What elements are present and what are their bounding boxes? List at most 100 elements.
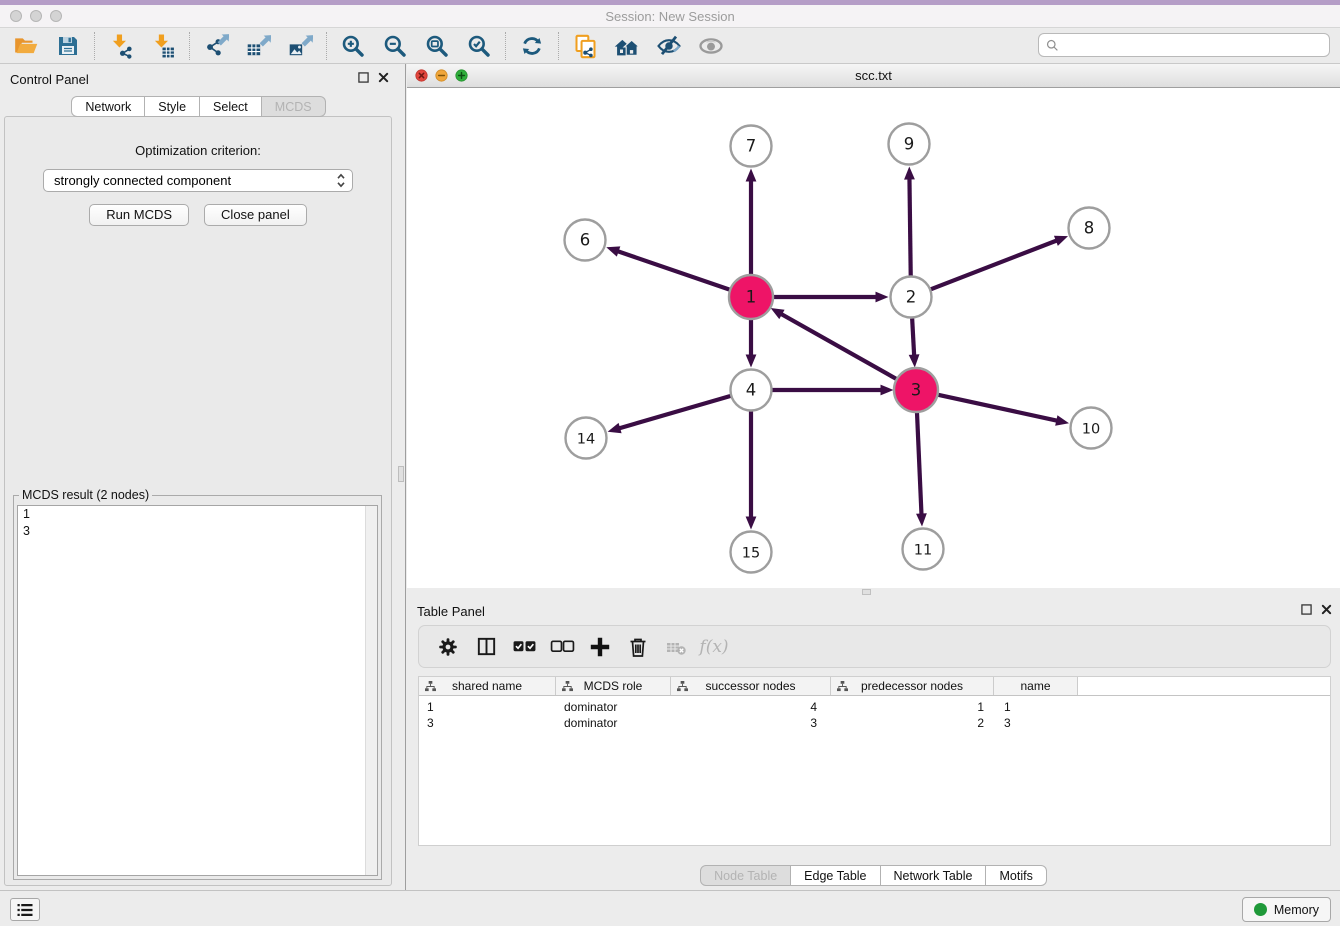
column-layout-button[interactable] xyxy=(467,629,505,665)
criterion-dropdown[interactable]: strongly connected component xyxy=(43,169,353,192)
tab-select[interactable]: Select xyxy=(200,96,262,117)
column-type-icon xyxy=(837,681,848,692)
save-session-button[interactable] xyxy=(47,30,89,62)
search-input[interactable] xyxy=(1064,38,1329,52)
zoom-fit-button[interactable] xyxy=(416,30,458,62)
maximize-view-button[interactable] xyxy=(455,69,468,82)
float-panel-icon[interactable] xyxy=(1301,604,1312,615)
column-header-name[interactable]: name xyxy=(994,677,1078,695)
select-all-button[interactable] xyxy=(505,629,543,665)
mcds-result-list[interactable]: 1 3 xyxy=(17,505,378,876)
column-header-predecessor-nodes[interactable]: predecessor nodes xyxy=(831,677,994,695)
list-icon xyxy=(16,902,34,918)
export-network-icon xyxy=(203,33,229,59)
toolbar-separator xyxy=(505,32,506,60)
tab-style[interactable]: Style xyxy=(145,96,200,117)
cell-name: 3 xyxy=(994,715,1078,731)
table-row[interactable]: 3 dominator 3 2 3 xyxy=(419,715,1330,731)
refresh-icon xyxy=(519,33,545,59)
maximize-window-button[interactable] xyxy=(50,10,62,22)
minimize-view-button[interactable] xyxy=(435,69,448,82)
splitter-handle[interactable] xyxy=(398,466,404,482)
optimization-criterion-label: Optimization criterion: xyxy=(5,143,391,158)
open-session-button[interactable] xyxy=(5,30,47,62)
node-table[interactable]: shared name MCDS role successor nodes xyxy=(418,676,1331,846)
cell-shared-name: 1 xyxy=(419,699,556,715)
zoom-in-icon xyxy=(340,33,366,59)
delete-column-button[interactable] xyxy=(619,629,657,665)
panel-splitter-horizontal[interactable] xyxy=(407,588,1340,596)
table-panel-title: Table Panel xyxy=(417,604,485,619)
fx-icon: f(x) xyxy=(699,637,728,657)
export-network-button[interactable] xyxy=(195,30,237,62)
graph-node-label: 2 xyxy=(906,288,917,307)
graph-edge-arrowhead xyxy=(876,292,889,303)
zoom-selected-button[interactable] xyxy=(458,30,500,62)
task-history-button[interactable] xyxy=(10,898,40,921)
export-image-button[interactable] xyxy=(279,30,321,62)
network-view-title: scc.txt xyxy=(407,64,1340,88)
close-view-button[interactable] xyxy=(415,69,428,82)
close-panel-icon[interactable] xyxy=(1321,604,1332,615)
column-header-shared-name[interactable]: shared name xyxy=(419,677,556,695)
import-table-button[interactable] xyxy=(142,30,184,62)
graph-node-label: 14 xyxy=(577,432,595,448)
zoom-in-button[interactable] xyxy=(332,30,374,62)
export-table-button[interactable] xyxy=(237,30,279,62)
graph-edge-arrowhead xyxy=(1055,415,1069,426)
graph-edge-arrowhead xyxy=(746,517,757,530)
float-panel-icon[interactable] xyxy=(358,72,369,83)
tab-mcds[interactable]: MCDS xyxy=(262,96,326,117)
tab-network[interactable]: Network xyxy=(71,96,145,117)
graph-node-label: 15 xyxy=(742,546,760,562)
graph-edge-2-9[interactable] xyxy=(909,177,910,275)
splitter-handle[interactable] xyxy=(862,589,871,595)
add-column-button[interactable] xyxy=(581,629,619,665)
destroy-table-button[interactable] xyxy=(657,629,695,665)
minimize-window-button[interactable] xyxy=(30,10,42,22)
import-table-icon xyxy=(150,33,176,59)
graph-edge-2-3[interactable] xyxy=(912,318,914,356)
search-box[interactable] xyxy=(1038,33,1330,57)
graph-edge-1-6[interactable] xyxy=(617,251,731,290)
close-panel-icon[interactable] xyxy=(378,72,389,83)
column-header-mcds-role[interactable]: MCDS role xyxy=(556,677,671,695)
tab-motifs[interactable]: Motifs xyxy=(986,865,1046,886)
graph-edge-3-10[interactable] xyxy=(937,395,1058,421)
graph-edge-2-8[interactable] xyxy=(931,240,1058,289)
result-scrollbar[interactable] xyxy=(365,506,377,875)
show-panels-button[interactable] xyxy=(690,30,732,62)
function-builder-button[interactable]: f(x) xyxy=(695,629,733,665)
close-window-button[interactable] xyxy=(10,10,22,22)
close-panel-button[interactable]: Close panel xyxy=(204,204,307,226)
table-settings-button[interactable] xyxy=(429,629,467,665)
home-view-button[interactable] xyxy=(606,30,648,62)
tab-node-table[interactable]: Node Table xyxy=(700,865,791,886)
mcds-result-title: MCDS result (2 nodes) xyxy=(19,488,152,502)
hide-panels-button[interactable] xyxy=(648,30,690,62)
table-row[interactable]: 1 dominator 4 1 1 xyxy=(419,699,1330,715)
copy-network-button[interactable] xyxy=(564,30,606,62)
graph-edge-3-11[interactable] xyxy=(917,411,922,515)
graph-edge-4-14[interactable] xyxy=(618,396,730,429)
control-panel: Control Panel Network Style Select MCDS … xyxy=(0,64,397,890)
cell-predecessor-nodes: 1 xyxy=(831,699,994,715)
column-header-successor-nodes[interactable]: successor nodes xyxy=(671,677,831,695)
memory-button[interactable]: Memory xyxy=(1242,897,1331,922)
graph-node-label: 7 xyxy=(746,137,757,156)
toolbar-separator xyxy=(189,32,190,60)
destroy-table-icon xyxy=(664,635,688,659)
tab-edge-table[interactable]: Edge Table xyxy=(791,865,880,886)
toolbar-separator xyxy=(558,32,559,60)
import-network-button[interactable] xyxy=(100,30,142,62)
graph-edge-3-1[interactable] xyxy=(780,313,897,379)
panel-splitter-vertical[interactable] xyxy=(397,64,406,890)
refresh-view-button[interactable] xyxy=(511,30,553,62)
tab-network-table[interactable]: Network Table xyxy=(881,865,987,886)
network-canvas[interactable]: 7968124314101511 xyxy=(407,88,1340,588)
save-floppy-icon xyxy=(56,34,80,58)
gear-icon xyxy=(436,635,460,659)
deselect-all-button[interactable] xyxy=(543,629,581,665)
zoom-out-button[interactable] xyxy=(374,30,416,62)
run-mcds-button[interactable]: Run MCDS xyxy=(89,204,189,226)
